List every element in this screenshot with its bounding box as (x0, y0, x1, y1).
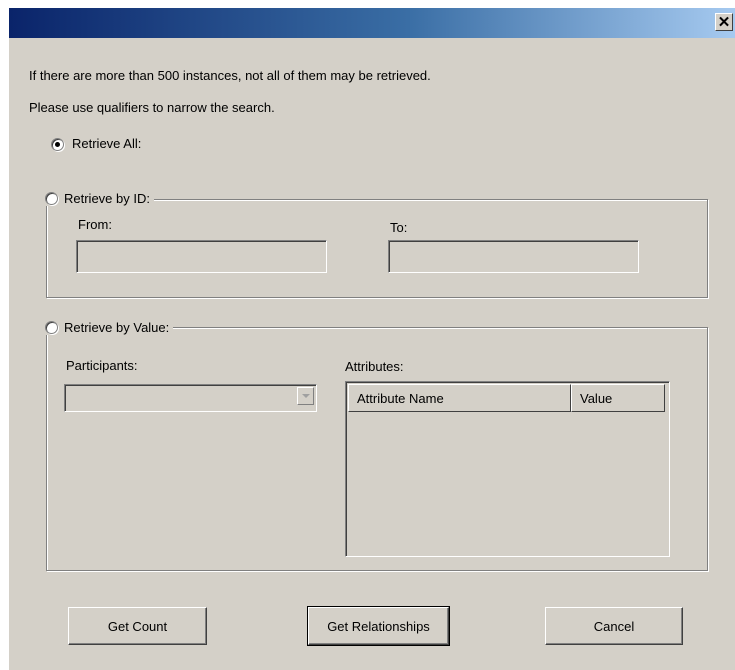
retrieve-dialog: ✕ If there are more than 500 instances, … (9, 8, 735, 670)
cancel-button[interactable]: Cancel (545, 607, 683, 645)
retrieve-by-value-legend: Retrieve by Value: (43, 320, 174, 335)
to-field[interactable] (388, 240, 639, 273)
close-button[interactable]: ✕ (715, 13, 733, 31)
retrieve-by-id-legend: Retrieve by ID: (43, 191, 154, 206)
column-header-attribute-name[interactable]: Attribute Name (348, 384, 571, 412)
attributes-label: Attributes: (345, 359, 404, 374)
info-line-1: If there are more than 500 instances, no… (29, 68, 431, 83)
attributes-table[interactable]: Attribute Name Value (345, 381, 670, 557)
participants-label: Participants: (66, 358, 138, 373)
chevron-down-icon (301, 394, 310, 398)
retrieve-all-radio[interactable] (51, 138, 64, 151)
retrieve-by-value-radio[interactable] (45, 321, 58, 334)
participants-combobox[interactable] (64, 384, 317, 412)
get-relationships-button[interactable]: Get Relationships (307, 606, 450, 646)
close-icon: ✕ (717, 13, 731, 31)
retrieve-by-value-label[interactable]: Retrieve by Value: (64, 320, 169, 335)
from-field[interactable] (76, 240, 327, 273)
radio-selected-dot (55, 142, 60, 147)
from-label: From: (78, 217, 112, 232)
info-line-2: Please use qualifiers to narrow the sear… (29, 100, 275, 115)
retrieve-all-label[interactable]: Retrieve All: (72, 136, 141, 151)
dropdown-arrow-button[interactable] (297, 387, 314, 405)
retrieve-by-id-label[interactable]: Retrieve by ID: (64, 191, 150, 206)
get-count-button[interactable]: Get Count (68, 607, 207, 645)
retrieve-by-id-radio[interactable] (45, 192, 58, 205)
column-header-value[interactable]: Value (571, 384, 665, 412)
title-bar: ✕ (9, 8, 735, 38)
to-label: To: (390, 220, 408, 235)
